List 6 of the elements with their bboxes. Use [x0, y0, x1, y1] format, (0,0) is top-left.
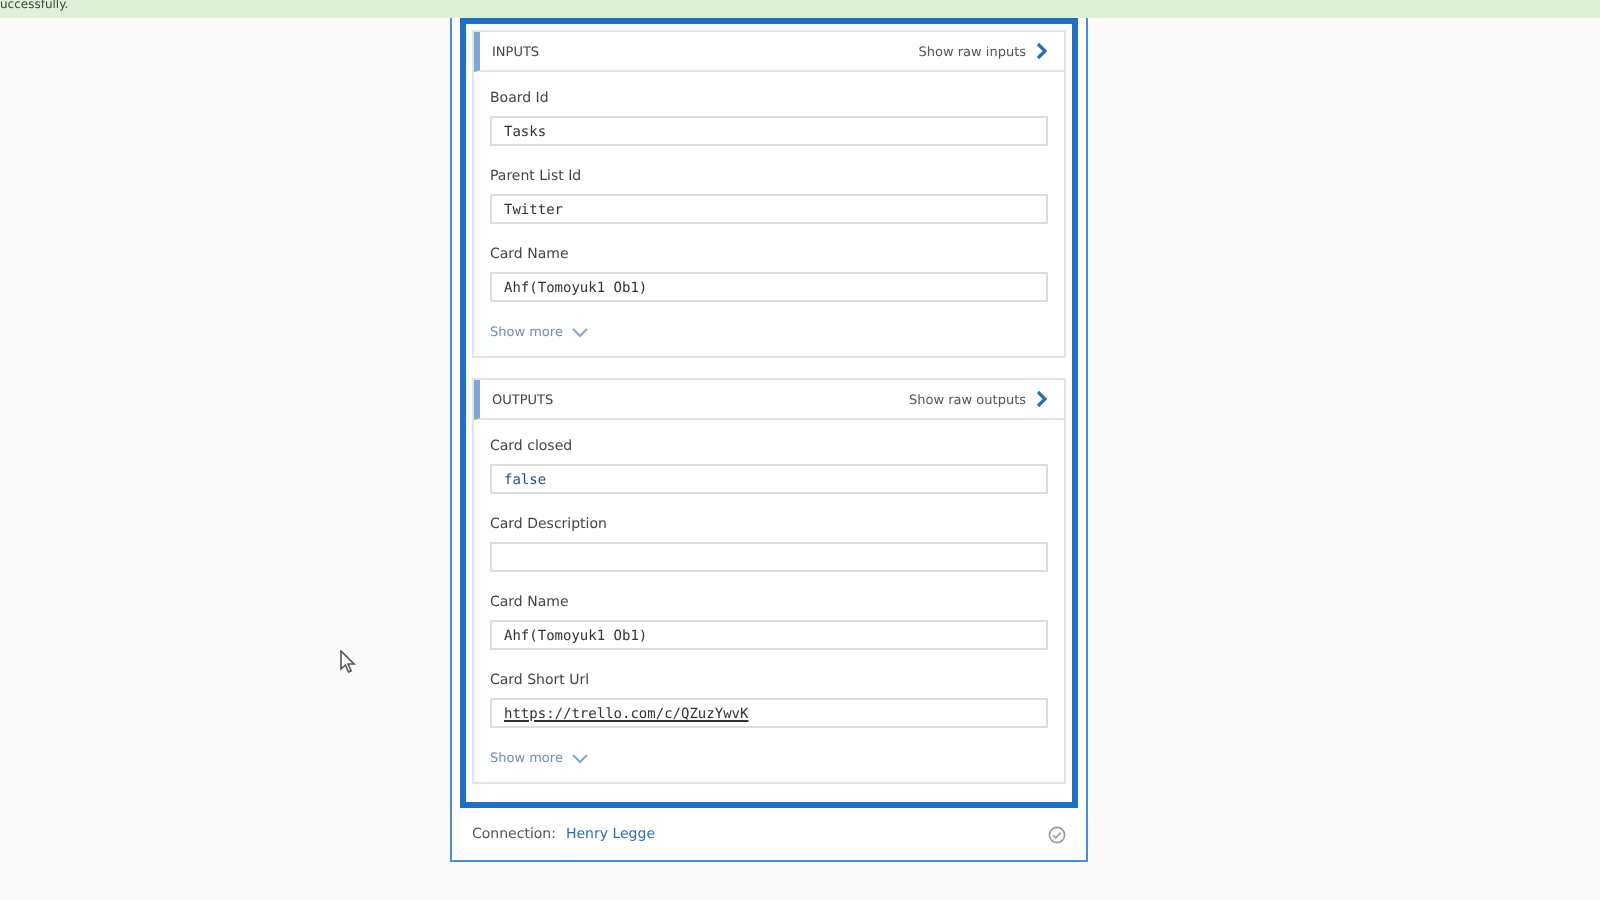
mouse-pointer-icon: [340, 650, 356, 674]
check-circle-icon: [1048, 825, 1066, 843]
chevron-down-icon: [572, 327, 589, 337]
chevron-down-icon: [572, 753, 589, 763]
chevron-right-icon: [1036, 390, 1048, 408]
chevron-right-icon: [1036, 42, 1048, 60]
